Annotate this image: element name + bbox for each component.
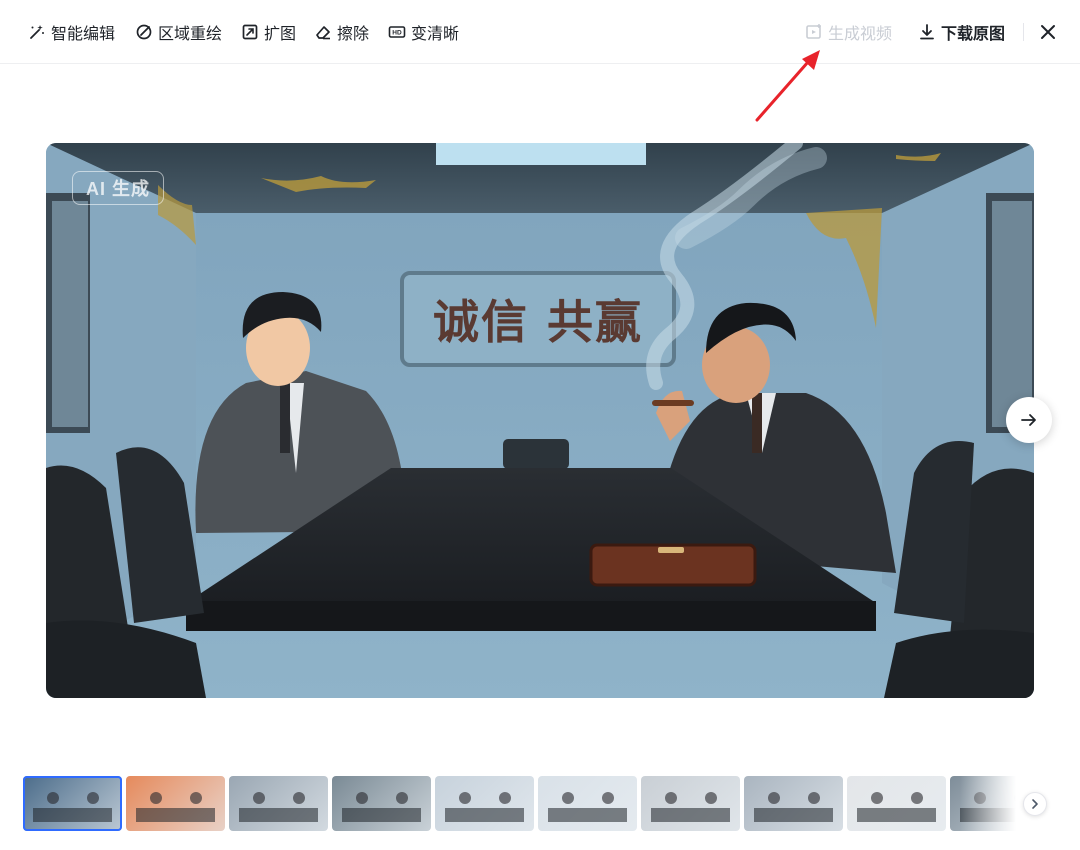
video-plus-icon	[806, 24, 821, 39]
region-redraw-button[interactable]: 区域重绘	[135, 20, 222, 44]
thumbnail-preview-icon	[548, 792, 627, 822]
close-icon[interactable]	[1036, 20, 1060, 44]
thumbnail-item[interactable]	[641, 776, 740, 831]
thumbnail-item[interactable]	[332, 776, 431, 831]
next-image-button[interactable]	[1006, 397, 1052, 443]
toolbar: 智能编辑 区域重绘 扩图 擦除 HD 变清晰 生成视频 下载原图	[0, 0, 1080, 64]
generate-video-button[interactable]: 生成视频	[805, 20, 892, 44]
sharpen-label: 变清晰	[411, 24, 460, 43]
magic-wand-icon	[30, 25, 44, 39]
download-icon	[920, 24, 934, 40]
ai-generated-badge: AI 生成	[72, 171, 164, 205]
thumbnail-item[interactable]	[847, 776, 946, 831]
hd-icon: HD	[388, 26, 406, 38]
smart-edit-label: 智能编辑	[51, 24, 116, 43]
thumbnail-next-button[interactable]	[1023, 792, 1047, 816]
download-original-label: 下载原图	[941, 24, 1006, 43]
smart-edit-button[interactable]: 智能编辑	[28, 20, 115, 44]
thumbnail-preview-icon	[342, 792, 421, 822]
thumbnail-item[interactable]	[23, 776, 122, 831]
thumbnail-item[interactable]	[229, 776, 328, 831]
download-original-button[interactable]: 下载原图	[918, 20, 1005, 44]
thumbnail-preview-icon	[960, 792, 1033, 822]
left-window-blinds	[46, 193, 90, 433]
arrow-right-icon	[1021, 414, 1036, 426]
thumbnail-preview-icon	[857, 792, 936, 822]
erase-button[interactable]: 擦除	[314, 20, 369, 44]
chevron-right-icon	[1032, 799, 1038, 809]
thumbnail-item[interactable]	[435, 776, 534, 831]
svg-text:HD: HD	[392, 30, 402, 37]
generate-video-label: 生成视频	[828, 24, 893, 43]
thumbnail-preview-icon	[651, 792, 730, 822]
thumbnail-preview-icon	[136, 792, 215, 822]
thumbnail-item[interactable]	[126, 776, 225, 831]
erase-label: 擦除	[337, 24, 370, 43]
thumbnail-item[interactable]	[950, 776, 1033, 831]
main-image: AI 生成 诚信 共赢	[46, 143, 1034, 698]
brush-circle-icon	[136, 24, 152, 40]
thumbnail-preview-icon	[239, 792, 318, 822]
thumbnail-strip	[23, 776, 1033, 832]
expand-icon	[242, 24, 258, 40]
expand-button[interactable]: 扩图	[241, 20, 296, 44]
thumbnail-item[interactable]	[744, 776, 843, 831]
thumbnail-preview-icon	[33, 792, 112, 822]
scene-illustration	[46, 143, 1034, 698]
expand-label: 扩图	[264, 24, 297, 43]
region-redraw-label: 区域重绘	[158, 24, 223, 43]
poster-text: 诚信 共赢	[432, 295, 643, 349]
eraser-icon	[316, 26, 330, 40]
thumbnail-preview-icon	[754, 792, 833, 822]
sharpen-button[interactable]: HD 变清晰	[388, 20, 459, 44]
thumbnail-preview-icon	[445, 792, 524, 822]
toolbar-divider	[1023, 23, 1024, 41]
annotation-arrow-icon	[755, 50, 820, 122]
thumbnail-item[interactable]	[538, 776, 637, 831]
